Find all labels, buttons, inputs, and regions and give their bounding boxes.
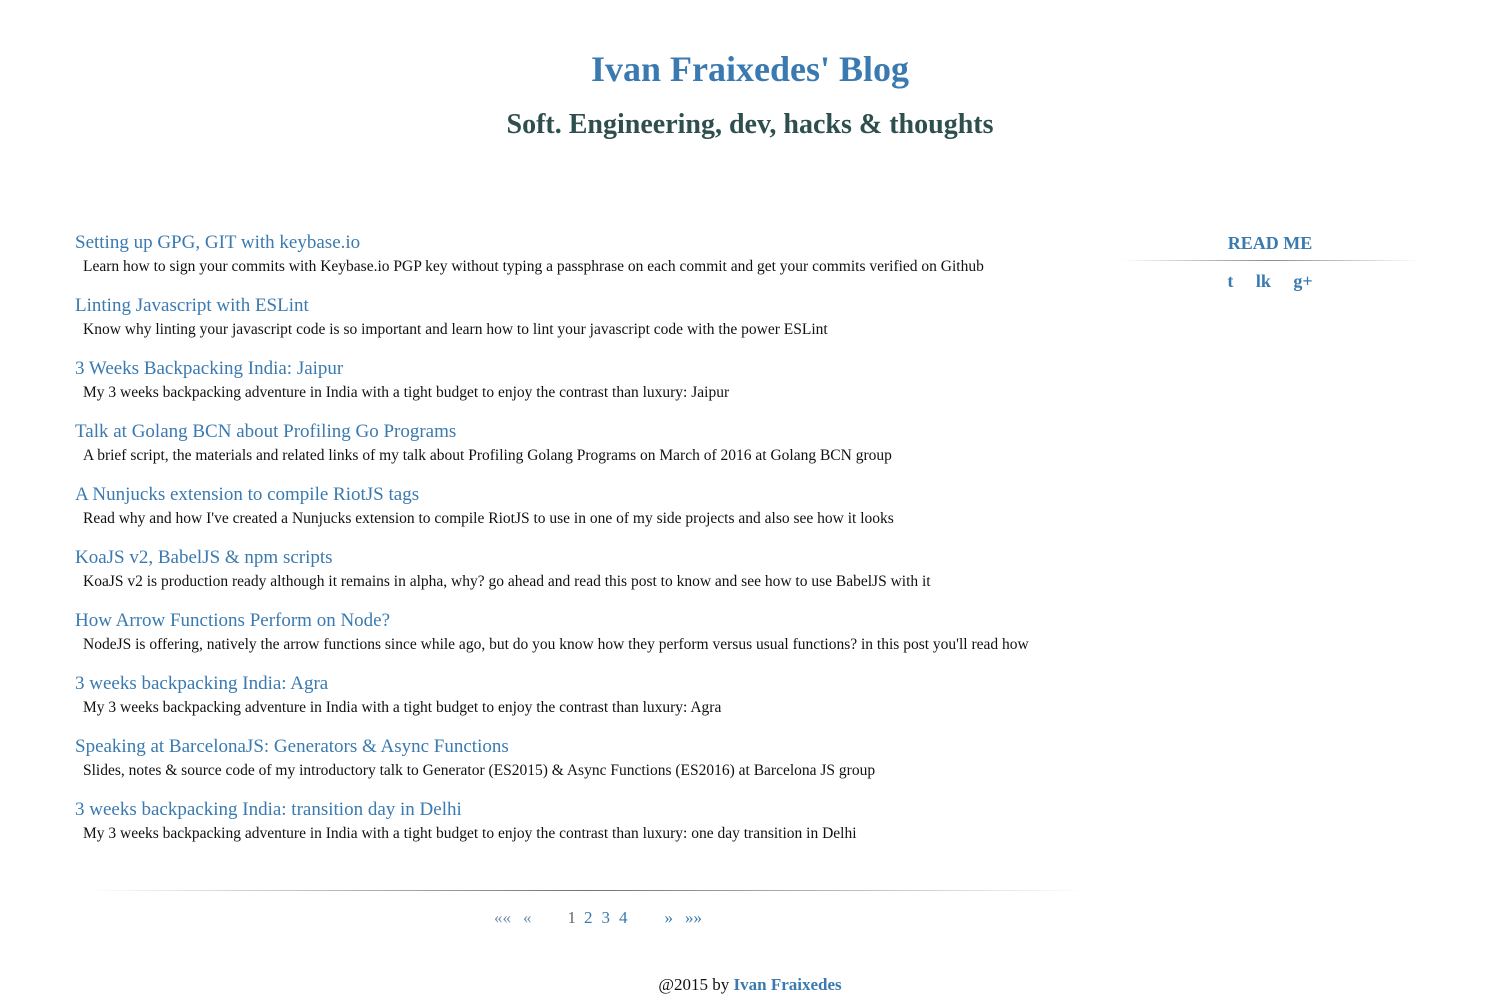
post-summary: KoaJS v2 is production ready although it… (83, 573, 931, 590)
site-title[interactable]: Ivan Fraixedes' Blog (0, 45, 1500, 93)
post-item: How Arrow Functions Perform on Node? Nod… (75, 608, 1090, 671)
google-plus-icon[interactable]: g+ (1293, 269, 1312, 293)
content-divider (85, 890, 1085, 891)
post-item: KoaJS v2, BabelJS & npm scripts KoaJS v2… (75, 545, 1090, 608)
post-item: 3 weeks backpacking India: Agra My 3 wee… (75, 671, 1090, 734)
post-summary: A brief script, the materials and relate… (83, 447, 892, 464)
next-page-link[interactable]: » (665, 906, 674, 930)
post-summary: My 3 weeks backpacking adventure in Indi… (83, 699, 722, 716)
post-item: Setting up GPG, GIT with keybase.io Lear… (75, 230, 1090, 293)
post-summary: Learn how to sign your commits with Keyb… (83, 258, 984, 275)
post-summary: Know why linting your javascript code is… (83, 321, 828, 338)
post-summary: Read why and how I've created a Nunjucks… (83, 510, 894, 527)
post-title-link[interactable]: How Arrow Functions Perform on Node? (75, 608, 1090, 634)
first-page-link[interactable]: «« (494, 906, 511, 930)
footer-author-link[interactable]: Ivan Fraixedes (734, 975, 842, 994)
post-item: 3 Weeks Backpacking India: Jaipur My 3 w… (75, 356, 1090, 419)
sidebar-divider (1120, 260, 1420, 261)
post-summary: My 3 weeks backpacking adventure in Indi… (83, 825, 857, 842)
page-2-link[interactable]: 2 (584, 906, 593, 930)
read-me-link[interactable]: READ ME (1120, 230, 1420, 256)
site-header: Ivan Fraixedes' Blog Soft. Engineering, … (0, 0, 1500, 145)
footer-copyright: @2015 by (658, 975, 730, 994)
post-list: Setting up GPG, GIT with keybase.io Lear… (75, 230, 1090, 860)
last-page-link[interactable]: »» (685, 906, 702, 930)
post-title-link[interactable]: A Nunjucks extension to compile RiotJS t… (75, 482, 1090, 508)
page-3-link[interactable]: 3 (602, 906, 611, 930)
post-item: Linting Javascript with ESLint Know why … (75, 293, 1090, 356)
post-summary: Slides, notes & source code of my introd… (83, 762, 876, 779)
page-4-link[interactable]: 4 (619, 906, 628, 930)
post-item: 3 weeks backpacking India: transition da… (75, 797, 1090, 860)
sidebar: READ ME t lk g+ (1120, 230, 1420, 293)
post-item: Talk at Golang BCN about Profiling Go Pr… (75, 419, 1090, 482)
footer: @2015 by Ivan Fraixedes (0, 973, 1500, 997)
social-links: t lk g+ (1120, 269, 1420, 293)
pagination: «« «1 2 3 4»»» (494, 906, 702, 930)
post-title-link[interactable]: Talk at Golang BCN about Profiling Go Pr… (75, 419, 1090, 445)
post-summary: My 3 weeks backpacking adventure in Indi… (83, 384, 730, 401)
post-title-link[interactable]: KoaJS v2, BabelJS & npm scripts (75, 545, 1090, 571)
post-title-link[interactable]: 3 weeks backpacking India: transition da… (75, 797, 1090, 823)
twitter-icon[interactable]: t (1227, 269, 1233, 293)
prev-page-link[interactable]: « (523, 906, 532, 930)
post-title-link[interactable]: 3 weeks backpacking India: Agra (75, 671, 1090, 697)
linkedin-icon[interactable]: lk (1256, 269, 1271, 293)
post-title-link[interactable]: Linting Javascript with ESLint (75, 293, 1090, 319)
post-item: A Nunjucks extension to compile RiotJS t… (75, 482, 1090, 545)
post-title-link[interactable]: Setting up GPG, GIT with keybase.io (75, 230, 1090, 256)
post-summary: NodeJS is offering, natively the arrow f… (83, 636, 1029, 653)
site-tagline: Soft. Engineering, dev, hacks & thoughts (506, 109, 994, 140)
post-title-link[interactable]: Speaking at BarcelonaJS: Generators & As… (75, 734, 1090, 760)
page-1-current: 1 (567, 908, 577, 927)
post-title-link[interactable]: 3 Weeks Backpacking India: Jaipur (75, 356, 1090, 382)
post-item: Speaking at BarcelonaJS: Generators & As… (75, 734, 1090, 797)
